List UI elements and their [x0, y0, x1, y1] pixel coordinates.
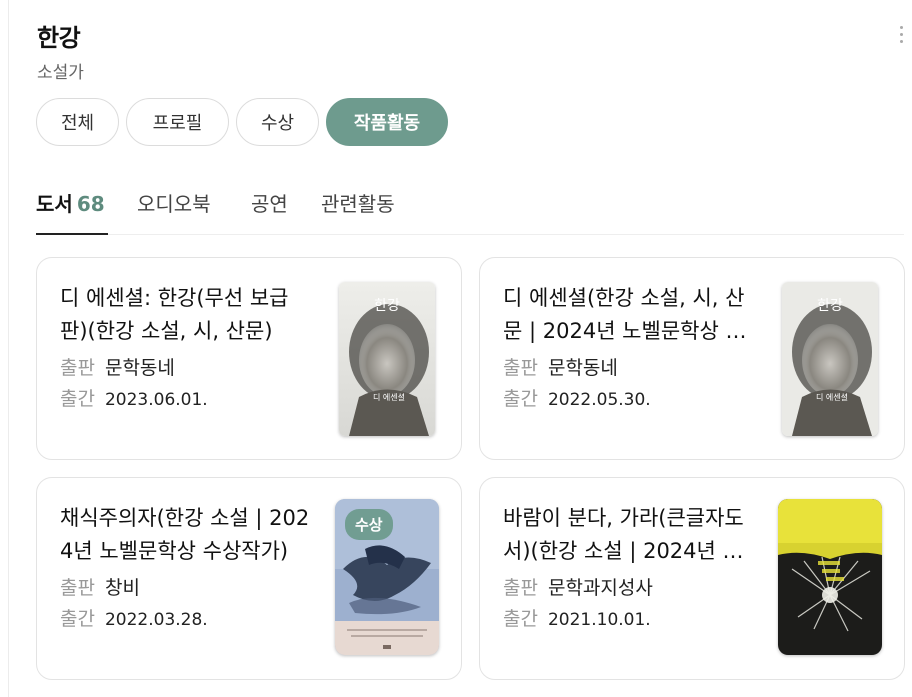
book-publisher: 출판 창비 — [60, 573, 140, 600]
publisher-label: 출판 — [60, 357, 95, 379]
date-value: 2022.05.30. — [547, 390, 651, 410]
tab-books-label: 도서 — [36, 192, 73, 216]
tab-divider — [36, 234, 904, 235]
cover-subtitle: 디 에센셜 — [373, 392, 405, 402]
book-title[interactable]: 디 에센셜: 한강(무선 보급판)(한강 소설, 시, 산문) — [60, 282, 312, 348]
book-card[interactable]: 바람이 분다, 가라(큰글자도서)(한강 소설 | 2024년 노벨문학상 수상… — [479, 477, 905, 680]
book-title[interactable]: 디 에센셜(한강 소설, 시, 산문 | 2024년 노벨문학상 수상작가) — [503, 282, 755, 348]
person-job: 소설가 — [37, 63, 84, 83]
publisher-value: 문학동네 — [104, 357, 175, 379]
book-publisher: 출판 문학동네 — [60, 353, 175, 380]
book-cover[interactable]: 한강 디 에센셜 — [339, 282, 435, 436]
award-badge: 수상 — [345, 509, 393, 540]
tab-active-indicator — [36, 233, 108, 235]
book-publisher: 출판 문학과지성사 — [503, 573, 653, 600]
book-publisher: 출판 문학동네 — [503, 353, 618, 380]
publisher-value: 문학동네 — [547, 357, 618, 379]
tab-related[interactable]: 관련활동 — [321, 188, 395, 217]
book-title[interactable]: 바람이 분다, 가라(큰글자도서)(한강 소설 | 2024년 노벨문학상 수상… — [503, 502, 755, 568]
cover-title: 한강 — [817, 298, 843, 314]
date-value: 2021.10.01. — [547, 610, 651, 630]
chip-profile[interactable]: 프로필 — [126, 98, 229, 146]
book-card[interactable]: 채식주의자(한강 소설 | 2024년 노벨문학상 수상작가) 출판 창비 출간 2… — [36, 477, 462, 680]
book-card[interactable]: 디 에센셜(한강 소설, 시, 산문 | 2024년 노벨문학상 수상작가) 출… — [479, 257, 905, 460]
publisher-label: 출판 — [60, 577, 95, 599]
date-label: 출간 — [60, 608, 95, 630]
tab-books-count: 68 — [76, 192, 105, 216]
publisher-value: 창비 — [104, 577, 140, 599]
book-card[interactable]: 디 에센셜: 한강(무선 보급판)(한강 소설, 시, 산문) 출판 문학동네 출… — [36, 257, 462, 460]
cover-title: 한강 — [374, 298, 400, 314]
chip-all[interactable]: 전체 — [36, 98, 119, 146]
book-cover[interactable]: 수상 — [335, 499, 439, 655]
publisher-label: 출판 — [503, 577, 538, 599]
date-label: 출간 — [503, 388, 538, 410]
date-label: 출간 — [60, 388, 95, 410]
publisher-label: 출판 — [503, 357, 538, 379]
date-value: 2022.03.28. — [104, 610, 208, 630]
tab-audiobook[interactable]: 오디오북 — [137, 188, 211, 217]
book-cover[interactable]: 한강 디 에센셜 — [782, 282, 878, 436]
cover-subtitle: 디 에센셜 — [816, 392, 848, 402]
book-date: 출간 2021.10.01. — [503, 604, 651, 631]
book-date: 출간 2022.05.30. — [503, 384, 651, 411]
date-value: 2023.06.01. — [104, 390, 208, 410]
tab-performance[interactable]: 공연 — [251, 188, 288, 217]
tab-books[interactable]: 도서 68 — [36, 188, 105, 217]
date-label: 출간 — [503, 608, 538, 630]
more-options-icon[interactable] — [898, 26, 904, 48]
chip-works[interactable]: 작품활동 — [326, 98, 448, 146]
person-name: 한강 — [37, 24, 81, 52]
book-date: 출간 2022.03.28. — [60, 604, 208, 631]
book-cover[interactable] — [778, 499, 882, 655]
book-date: 출간 2023.06.01. — [60, 384, 208, 411]
book-title[interactable]: 채식주의자(한강 소설 | 2024년 노벨문학상 수상작가) — [60, 502, 312, 568]
chip-awards[interactable]: 수상 — [236, 98, 319, 146]
publisher-value: 문학과지성사 — [547, 577, 653, 599]
